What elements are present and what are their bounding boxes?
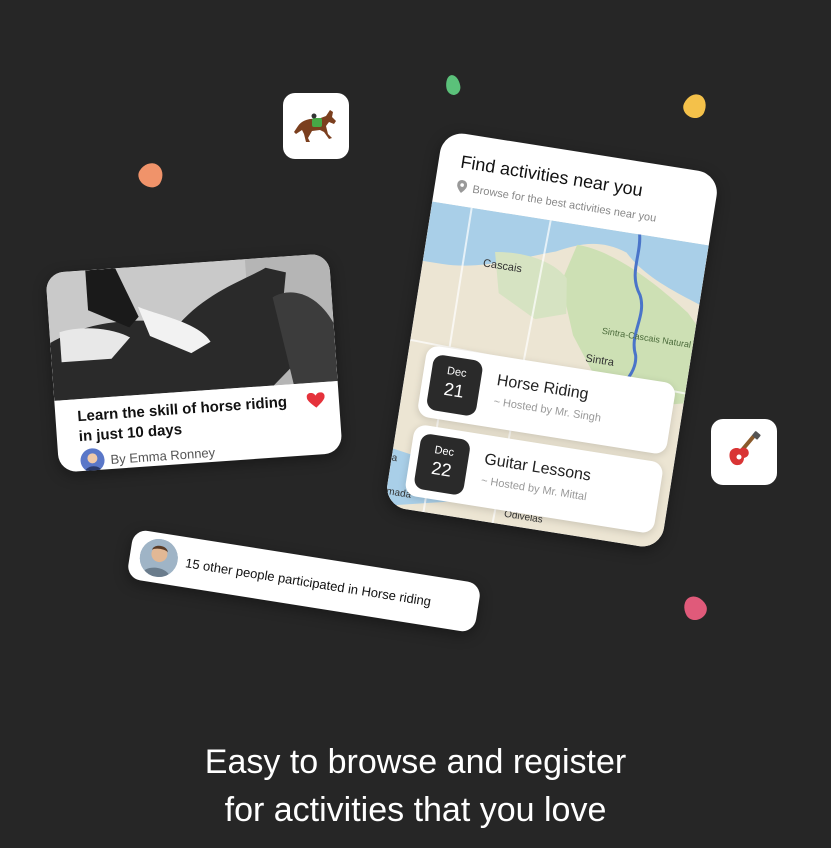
headline: Easy to browse and register for activiti… bbox=[0, 738, 831, 834]
participants-text: 15 other people participated in Horse ri… bbox=[184, 554, 433, 609]
heart-icon[interactable] bbox=[306, 392, 325, 414]
horse-icon bbox=[292, 104, 340, 149]
orange-blob bbox=[134, 158, 168, 192]
horse-icon-tile[interactable] bbox=[283, 93, 349, 159]
event-date: Dec 21 bbox=[425, 353, 484, 417]
avatar bbox=[79, 447, 106, 473]
headline-line-1: Easy to browse and register bbox=[204, 743, 627, 781]
activities-map-card[interactable]: Find activities near you Browse for the … bbox=[384, 130, 720, 550]
guitar-icon-tile[interactable] bbox=[711, 419, 777, 485]
headline-line-2: for activities that you love bbox=[224, 791, 607, 829]
horse-riding-photo bbox=[45, 253, 338, 401]
location-pin-icon bbox=[455, 179, 468, 196]
pink-blob bbox=[679, 592, 711, 624]
card-title: Learn the skill of horse riding in just … bbox=[76, 393, 288, 446]
participants-banner[interactable]: 15 other people participated in Horse ri… bbox=[126, 528, 482, 634]
author-name: By Emma Ronney bbox=[109, 444, 216, 467]
green-blob bbox=[444, 73, 462, 97]
avatar bbox=[137, 536, 181, 580]
horse-riding-card[interactable]: Learn the skill of horse riding in just … bbox=[45, 253, 343, 473]
yellow-blob bbox=[679, 90, 711, 122]
event-date: Dec 22 bbox=[413, 432, 472, 496]
guitar-icon bbox=[724, 430, 764, 475]
